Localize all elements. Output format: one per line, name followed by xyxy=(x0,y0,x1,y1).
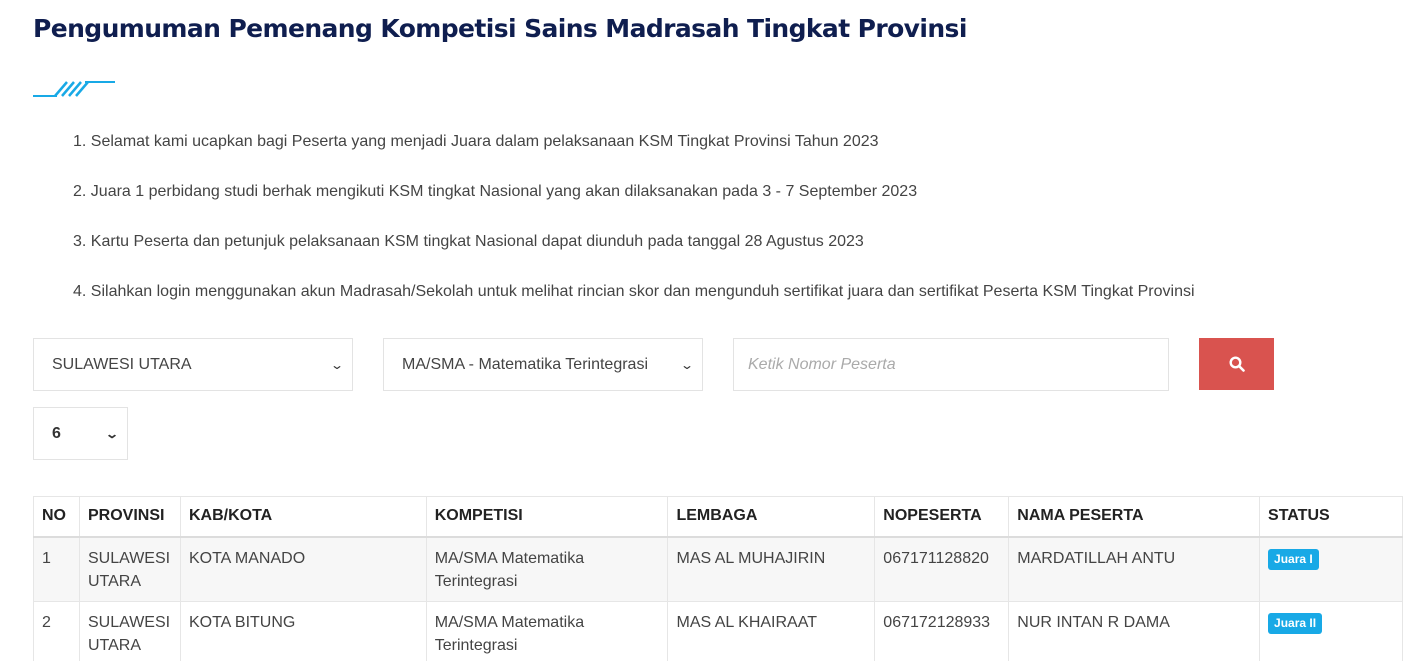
competition-select-value: MA/SMA - Matematika Terintegrasi xyxy=(402,355,649,373)
chevron-down-icon: ⌄ xyxy=(679,357,695,372)
notice-list: 1. Selamat kami ucapkan bagi Peserta yan… xyxy=(73,131,1195,331)
cell-lembaga: MAS AL MUHAJIRIN xyxy=(667,536,876,602)
column-header-lembaga[interactable]: LEMBAGA xyxy=(667,496,876,538)
column-header-no[interactable]: NO xyxy=(33,496,80,538)
chevron-down-icon: ⌄ xyxy=(104,426,120,441)
winners-table: NO PROVINSI KAB/KOTA KOMPETISI LEMBAGA N… xyxy=(33,496,1403,661)
column-header-kompetisi[interactable]: KOMPETISI xyxy=(425,496,669,538)
status-badge: Juara I xyxy=(1268,548,1319,570)
page-size-select-value: 6 xyxy=(52,424,61,442)
cell-lembaga: MAS AL KHAIRAAT xyxy=(667,600,876,661)
notice-item: 3. Kartu Peserta dan petunjuk pelaksanaa… xyxy=(73,233,864,250)
table-row: 2 SULAWESI UTARA KOTA BITUNG MA/SMA Mate… xyxy=(33,600,1403,661)
cell-status: Juara II xyxy=(1259,600,1403,661)
search-icon xyxy=(1228,356,1245,372)
column-header-status[interactable]: STATUS xyxy=(1259,496,1403,538)
province-select-value: SULAWESI UTARA xyxy=(52,355,192,373)
notice-item: 2. Juara 1 perbidang studi berhak mengik… xyxy=(73,183,918,200)
cell-nama-peserta: MARDATILLAH ANTU xyxy=(1008,536,1261,602)
cell-kabkota: KOTA MANADO xyxy=(179,536,427,602)
table-row: 1 SULAWESI UTARA KOTA MANADO MA/SMA Mate… xyxy=(33,536,1403,602)
search-button[interactable] xyxy=(1199,338,1274,390)
competition-select[interactable]: MA/SMA - Matematika Terintegrasi ⌄ xyxy=(383,338,703,391)
cell-nama-peserta: NUR INTAN R DAMA xyxy=(1008,600,1261,661)
cell-nopeserta: 067172128933 xyxy=(874,600,1010,661)
title-underline-decoration xyxy=(33,81,115,97)
cell-nopeserta: 067171128820 xyxy=(874,536,1010,602)
cell-no: 2 xyxy=(33,600,80,661)
participant-number-search-input[interactable] xyxy=(733,338,1169,391)
notice-item: 1. Selamat kami ucapkan bagi Peserta yan… xyxy=(73,133,879,150)
cell-status: Juara I xyxy=(1259,536,1403,602)
status-badge: Juara II xyxy=(1268,612,1323,634)
cell-provinsi: SULAWESI UTARA xyxy=(78,600,181,661)
cell-provinsi: SULAWESI UTARA xyxy=(78,536,181,602)
column-header-nopeserta[interactable]: NOPESERTA xyxy=(874,496,1010,538)
page-size-select[interactable]: 6 ⌄ xyxy=(33,407,128,460)
cell-kompetisi: MA/SMA Matematika Terintegrasi xyxy=(425,536,669,602)
chevron-down-icon: ⌄ xyxy=(329,357,345,372)
cell-no: 1 xyxy=(33,536,80,602)
column-header-nama-peserta[interactable]: NAMA PESERTA xyxy=(1008,496,1261,538)
cell-kabkota: KOTA BITUNG xyxy=(179,600,427,661)
notice-item: 4. Silahkan login menggunakan akun Madra… xyxy=(73,283,1195,300)
column-header-kabkota[interactable]: KAB/KOTA xyxy=(179,496,427,538)
page-title: Pengumuman Pemenang Kompetisi Sains Madr… xyxy=(33,14,967,43)
table-header-row: NO PROVINSI KAB/KOTA KOMPETISI LEMBAGA N… xyxy=(33,496,1403,538)
cell-kompetisi: MA/SMA Matematika Terintegrasi xyxy=(425,600,669,661)
column-header-provinsi[interactable]: PROVINSI xyxy=(78,496,181,538)
province-select[interactable]: SULAWESI UTARA ⌄ xyxy=(33,338,353,391)
